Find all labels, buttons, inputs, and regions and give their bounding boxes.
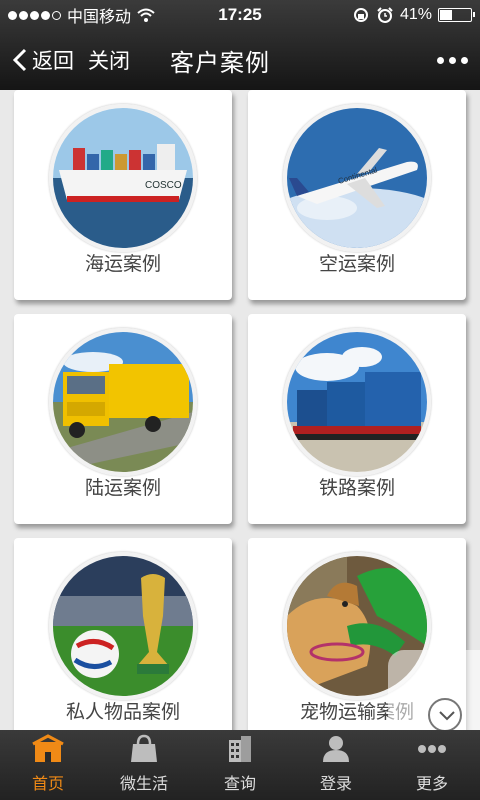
tab-microlife[interactable]: 微生活 [96, 730, 192, 800]
building-icon [229, 736, 251, 762]
tab-search[interactable]: 查询 [192, 730, 288, 800]
case-label: 空运案例 [318, 254, 395, 275]
top-bar: 中国移动 17:25 41% 返回 关闭 客户案例 [0, 0, 480, 90]
chevron-left-icon [12, 48, 27, 72]
case-label: 私人物品案例 [65, 702, 180, 723]
close-button[interactable]: 关闭 [88, 45, 130, 75]
tab-more[interactable]: 更多 [384, 730, 480, 800]
tab-label: 微生活 [119, 776, 168, 793]
case-label: 海运案例 [84, 254, 161, 275]
tab-label: 首页 [31, 776, 64, 793]
case-card-personal[interactable]: 私人物品案例 [14, 538, 232, 730]
page-title: 客户案例 [170, 49, 270, 77]
wifi-icon [137, 8, 155, 22]
alarm-icon [377, 7, 393, 23]
more-menu-button[interactable] [437, 56, 468, 64]
home-icon [32, 734, 64, 762]
case-grid: COSCO 海运案例 Continental 空运案例 陆运案例 铁路案例 私人… [0, 90, 480, 730]
bottom-tab-bar: 首页 微生活 查询 登录 更多 [0, 730, 480, 800]
battery-percent: 41% [399, 6, 432, 23]
train-image [283, 328, 431, 476]
airplane-image: Continental [283, 104, 431, 252]
scroll-ring [428, 698, 462, 732]
case-card-rail[interactable]: 铁路案例 [248, 314, 466, 524]
case-card-sea[interactable]: COSCO 海运案例 [14, 90, 232, 300]
back-button[interactable]: 返回 [12, 45, 74, 75]
nav-header: 返回 关闭 客户案例 [0, 30, 480, 90]
signal-strength-icon [8, 10, 61, 20]
back-label: 返回 [32, 50, 74, 73]
tab-label: 查询 [223, 776, 256, 793]
tab-label: 更多 [415, 776, 448, 793]
case-label: 陆运案例 [84, 478, 161, 499]
rotation-lock-icon [353, 8, 368, 22]
case-card-road[interactable]: 陆运案例 [14, 314, 232, 524]
more-icon [418, 745, 446, 753]
case-card-air[interactable]: Continental 空运案例 [248, 90, 466, 300]
ship-image: COSCO [49, 104, 197, 252]
ship-brand-text: COSCO [145, 180, 182, 191]
battery-icon [438, 8, 475, 22]
tab-login[interactable]: 登录 [288, 730, 384, 800]
scroll-down-button[interactable] [388, 650, 480, 732]
case-label: 铁路案例 [318, 478, 395, 499]
chevron-down-icon [439, 711, 455, 721]
status-bar: 中国移动 17:25 41% [0, 0, 480, 30]
bag-icon [131, 734, 157, 762]
truck-image [49, 328, 197, 476]
tab-label: 登录 [319, 776, 352, 793]
carrier-name: 中国移动 [67, 9, 132, 26]
football-trophy-image [49, 552, 197, 700]
user-icon [323, 736, 349, 762]
tab-home[interactable]: 首页 [0, 730, 96, 800]
